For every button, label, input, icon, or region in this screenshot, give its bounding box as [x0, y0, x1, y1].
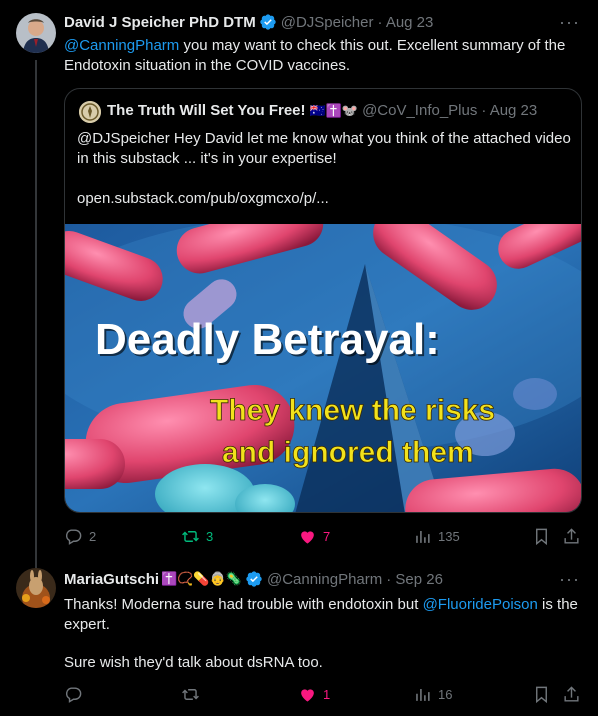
reply-author-handle[interactable]: @CanningPharm: [267, 571, 382, 588]
quoted-url[interactable]: open.substack.com/pub/oxgmcxo/p/...: [77, 189, 572, 209]
tweet-actions: 2 3 7 135: [64, 525, 584, 547]
author-handle[interactable]: @DJSpeicher: [281, 14, 374, 31]
tweet-main[interactable]: David J Speicher PhD DTM @DJSpeicher · A…: [0, 0, 598, 568]
heart-icon: [301, 530, 314, 544]
reply-button[interactable]: 2: [64, 527, 96, 546]
reply-date[interactable]: · Sep 26: [386, 571, 443, 588]
share-icon: [564, 685, 579, 702]
avatar-djspeicher[interactable]: [16, 13, 56, 53]
reply-count: 2: [89, 528, 97, 544]
quoted-date[interactable]: · Aug 23: [481, 102, 537, 119]
tweet-date[interactable]: · Aug 23: [377, 14, 433, 31]
quoted-header: The Truth Will Set You Free! 🇦🇺✝️🐭 @CoV_…: [107, 102, 537, 119]
author-name[interactable]: David J Speicher PhD DTM: [64, 14, 256, 31]
reply-icon: [65, 686, 82, 703]
share-icon: [564, 527, 579, 544]
retweet-icon: [182, 530, 199, 542]
quoted-author-handle[interactable]: @CoV_Info_Plus: [362, 102, 477, 119]
quoted-author-emojis: 🇦🇺✝️🐭: [309, 102, 359, 118]
quoted-text: @DJSpeicher Hey David let me know what y…: [77, 129, 572, 209]
share-button[interactable]: [562, 527, 581, 546]
retweet-count: 3: [206, 528, 214, 544]
reply-icon: [65, 528, 82, 545]
reply-header: MariaGutschi ✝️📿💊👵🦠 @CanningPharm · Sep …: [64, 570, 443, 588]
reply-text-2: Sure wish they'd talk about dsRNA too.: [64, 654, 323, 671]
reply-text-a: Thanks! Moderna sure had trouble with en…: [64, 596, 423, 613]
heart-icon: [301, 688, 314, 702]
reply-author-emojis: ✝️📿💊👵🦠: [161, 571, 242, 586]
like-button[interactable]: 7: [298, 527, 330, 546]
verified-badge-icon: [246, 571, 262, 587]
views-count: 135: [438, 528, 460, 544]
like-count: 1: [323, 686, 331, 702]
views-icon: [416, 688, 430, 701]
reply-actions: 1 16: [64, 683, 584, 705]
share-button[interactable]: [562, 685, 581, 704]
like-count: 7: [323, 528, 331, 544]
mention-link[interactable]: @CanningPharm: [64, 37, 179, 54]
image-subtitle-2: and ignored them: [222, 436, 474, 469]
more-options-button[interactable]: ···: [559, 569, 580, 590]
retweet-icon: [182, 688, 199, 700]
verified-badge-icon: [260, 14, 276, 30]
bookmark-button[interactable]: [532, 527, 551, 546]
quoted-media-image[interactable]: Deadly Betrayal: Deadly Betrayal: They k…: [65, 224, 581, 512]
quoted-author-name[interactable]: The Truth Will Set You Free!: [107, 102, 306, 119]
image-title: Deadly Betrayal:: [95, 315, 440, 364]
views-button[interactable]: 16: [413, 685, 452, 704]
reply-button[interactable]: [64, 685, 89, 704]
mention-link[interactable]: @FluoridePoison: [423, 596, 538, 613]
bookmark-button[interactable]: [532, 685, 551, 704]
tweet-header: David J Speicher PhD DTM @DJSpeicher · A…: [64, 13, 433, 31]
views-button[interactable]: 135: [413, 527, 460, 546]
quoted-body: @DJSpeicher Hey David let me know what y…: [77, 130, 571, 167]
quoted-avatar[interactable]: [79, 101, 101, 123]
views-icon: [416, 530, 430, 543]
tweet-reply[interactable]: MariaGutschi ✝️📿💊👵🦠 @CanningPharm · Sep …: [0, 560, 598, 716]
bacteria-illustration: Deadly Betrayal: Deadly Betrayal: They k…: [65, 224, 581, 512]
views-count: 16: [438, 686, 453, 702]
quoted-tweet[interactable]: The Truth Will Set You Free! 🇦🇺✝️🐭 @CoV_…: [64, 88, 582, 513]
avatar-mariagutschi[interactable]: [16, 568, 56, 608]
thread-line: [35, 60, 37, 568]
reply-author-name[interactable]: MariaGutschi: [64, 571, 159, 588]
more-options-button[interactable]: ···: [559, 12, 580, 33]
bookmark-icon: [536, 528, 547, 545]
like-button[interactable]: 1: [298, 685, 330, 704]
reply-text: Thanks! Moderna sure had trouble with en…: [64, 595, 579, 635]
image-subtitle-1: They knew the risks: [210, 394, 495, 427]
bookmark-icon: [536, 686, 547, 703]
retweet-button[interactable]: 3: [181, 527, 213, 546]
retweet-button[interactable]: [181, 685, 206, 704]
tweet-text: @CanningPharm you may want to check this…: [64, 36, 584, 76]
